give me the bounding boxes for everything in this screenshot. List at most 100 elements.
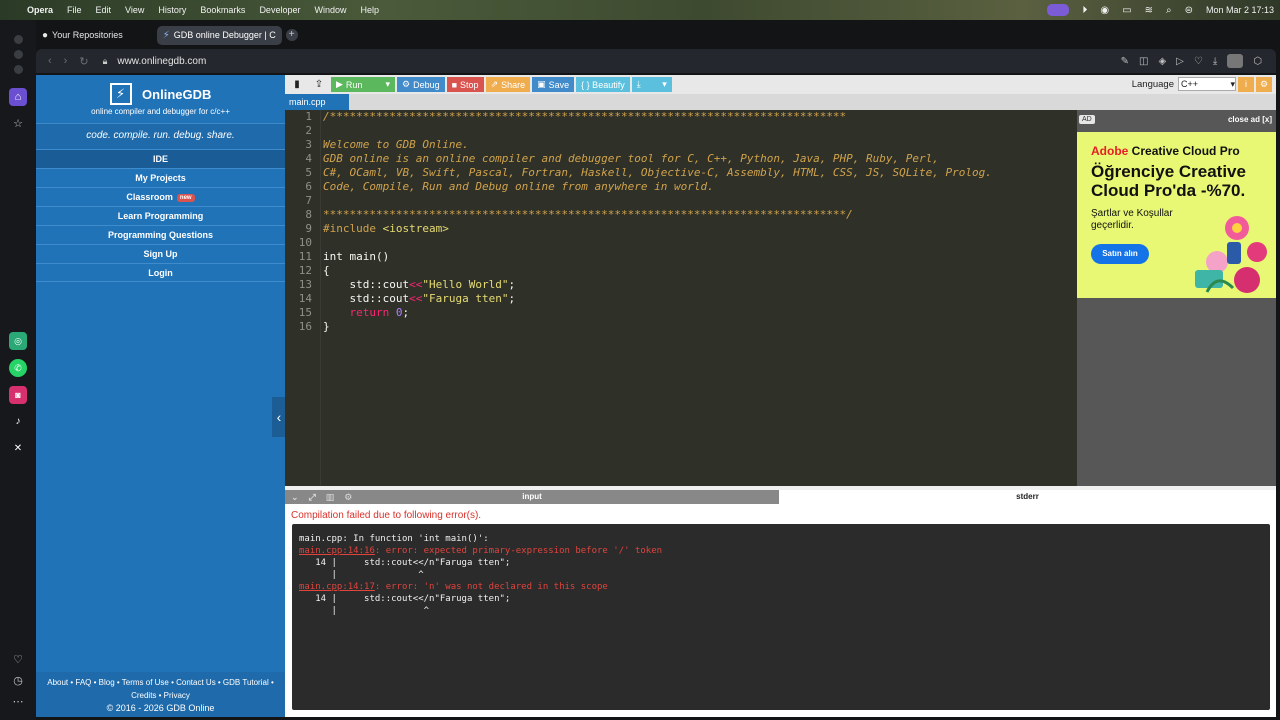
- tab-input[interactable]: ⌄ ⤢ ▥ ⚙ input: [285, 490, 779, 504]
- nav-ide[interactable]: IDE: [36, 149, 285, 168]
- more-dots-icon[interactable]: ⋯: [9, 692, 27, 710]
- console-line: main.cpp:14:17: error: 'n' was not decla…: [299, 582, 608, 592]
- menu-file[interactable]: File: [67, 5, 82, 15]
- settings-gear-icon[interactable]: ⚙: [1256, 77, 1272, 92]
- download-button[interactable]: ⤓ ▾: [631, 77, 672, 92]
- output-gear-icon[interactable]: ⚙: [344, 490, 352, 504]
- menu-app-opera[interactable]: Opera: [27, 5, 53, 15]
- line-number: 8: [305, 208, 312, 221]
- error-console[interactable]: main.cpp: In function 'int main()': main…: [292, 524, 1270, 710]
- aria-star-icon[interactable]: ☆: [9, 114, 27, 132]
- nav-classroom[interactable]: Classroom new: [36, 187, 285, 206]
- ad-banner[interactable]: Adobe Creative Cloud Pro Öğrenciye Creat…: [1077, 132, 1276, 298]
- x-twitter-icon[interactable]: ✕: [9, 439, 27, 457]
- nav-my-projects[interactable]: My Projects: [36, 168, 285, 187]
- instagram-icon[interactable]: ◙: [9, 386, 27, 404]
- run-dropdown-caret-icon[interactable]: ▾: [385, 79, 390, 90]
- code-line-3: Welcome to GDB Online.: [323, 138, 469, 151]
- new-file-icon[interactable]: ▮: [287, 77, 307, 92]
- shield-icon[interactable]: ◈: [1158, 56, 1166, 67]
- forward-icon[interactable]: ›: [64, 55, 68, 67]
- control-center-icon[interactable]: ⊜: [1185, 5, 1193, 16]
- expand-icon[interactable]: ⤢: [309, 490, 316, 504]
- opera-sidebar: ⌂ ☆ ◎ ✆ ◙ ♪ ✕ ♡ ◷ ⋯: [0, 20, 36, 720]
- menu-edit[interactable]: Edit: [96, 5, 112, 15]
- file-tab-main-cpp[interactable]: main.cpp: [285, 94, 349, 110]
- address-bar: ‹ › ↻ 🔒︎ www.onlinegdb.com ✎ ◫ ◈ ▷ ♡ ⤓ ⬡: [36, 49, 1276, 73]
- tab-your-repositories[interactable]: ● Your Repositories: [36, 26, 129, 45]
- history-clock-icon[interactable]: ◷: [9, 671, 27, 689]
- camera-icon[interactable]: ◫: [1139, 56, 1148, 67]
- debug-button[interactable]: ⚙ Debug: [397, 77, 445, 92]
- url-field[interactable]: www.onlinegdb.com: [117, 56, 206, 67]
- tiktok-icon[interactable]: ♪: [9, 412, 27, 430]
- beautify-button[interactable]: { } Beautify: [576, 77, 630, 92]
- home-icon[interactable]: ⌂: [9, 88, 27, 106]
- collapse-chevron-icon[interactable]: ⌄: [291, 490, 299, 504]
- clock[interactable]: Mon Mar 2 17:13: [1206, 5, 1274, 15]
- debug-gear-icon: ⚙: [402, 79, 411, 89]
- whatsapp-icon[interactable]: ✆: [9, 359, 27, 377]
- tab-gdb-online[interactable]: ⚡ GDB online Debugger | C: [156, 25, 282, 45]
- nav-learn-programming[interactable]: Learn Programming: [36, 206, 285, 225]
- menu-bookmarks[interactable]: Bookmarks: [200, 5, 245, 15]
- edit-icon[interactable]: ✎: [1121, 56, 1129, 67]
- error-location-link[interactable]: main.cpp:14:16: [299, 546, 375, 556]
- menu-help[interactable]: Help: [360, 5, 379, 15]
- wifi-icon[interactable]: ≋: [1145, 5, 1153, 16]
- share-button[interactable]: ⇗ Share: [485, 77, 531, 92]
- debug-label: Debug: [413, 79, 440, 90]
- footer-line-1[interactable]: About • FAQ • Blog • Terms of Use • Cont…: [36, 676, 285, 689]
- upload-icon[interactable]: ⇪: [309, 77, 329, 92]
- output-panel: Compilation failed due to following erro…: [285, 504, 1276, 717]
- heart-icon[interactable]: ♡: [9, 650, 27, 668]
- record-icon[interactable]: ◉: [1100, 5, 1109, 16]
- window-zoom-dot-icon[interactable]: [9, 60, 27, 78]
- run-button[interactable]: ▶ Run ▾: [331, 77, 395, 92]
- share-icon: ⇗: [490, 79, 499, 89]
- nav-programming-questions[interactable]: Programming Questions: [36, 225, 285, 244]
- status-pill-icon[interactable]: [1047, 4, 1070, 16]
- ad-flower-illustration-icon: [1195, 216, 1267, 293]
- menu-window[interactable]: Window: [314, 5, 346, 15]
- close-ad-button[interactable]: close ad [x]: [1228, 115, 1272, 124]
- layout-icon[interactable]: ▥: [326, 490, 335, 504]
- player-icon[interactable]: ▷: [1176, 56, 1184, 67]
- extensions-cube-icon[interactable]: ⬡: [1253, 56, 1262, 67]
- info-icon[interactable]: i: [1238, 77, 1254, 92]
- console-line: | ^: [299, 606, 430, 616]
- heart-outline-icon[interactable]: ♡: [1194, 56, 1203, 67]
- menu-developer[interactable]: Developer: [259, 5, 300, 15]
- tab-stderr[interactable]: stderr: [779, 490, 1276, 504]
- lock-icon[interactable]: 🔒︎: [103, 56, 108, 67]
- menu-history[interactable]: History: [158, 5, 186, 15]
- tab-bar: ● Your Repositories ⚡ GDB online Debugge…: [36, 24, 1280, 46]
- reload-icon[interactable]: ↻: [79, 55, 88, 68]
- avatar[interactable]: [1227, 54, 1244, 68]
- logo-area[interactable]: ⚡ OnlineGDB online compiler and debugger…: [36, 75, 285, 123]
- footer-line-2[interactable]: Credits • Privacy: [36, 689, 285, 702]
- error-location-link[interactable]: main.cpp:14:17: [299, 582, 375, 592]
- back-icon[interactable]: ‹: [48, 55, 52, 67]
- string-token: "Hello World": [422, 278, 509, 291]
- play-circle-icon[interactable]: ⏵: [1082, 5, 1087, 16]
- save-button[interactable]: ▣ Save: [532, 77, 575, 92]
- language-select[interactable]: C++ ▾: [1178, 77, 1236, 91]
- code-editor[interactable]: 1 2 3 4 5 6 7 8 9 10 11 12 13 14 15 16 /…: [285, 110, 1077, 486]
- chatgpt-icon[interactable]: ◎: [9, 332, 27, 350]
- menu-view[interactable]: View: [125, 5, 144, 15]
- battery-icon[interactable]: ▭: [1122, 5, 1131, 16]
- download-icon[interactable]: ⤓: [1213, 56, 1217, 67]
- run-label: Run: [345, 79, 363, 90]
- nav-login[interactable]: Login: [36, 263, 285, 282]
- collapse-panel-chevron-left-icon[interactable]: ‹: [272, 397, 286, 437]
- ad-cta-button[interactable]: Satın alın: [1091, 244, 1149, 264]
- nav-sign-up[interactable]: Sign Up: [36, 244, 285, 263]
- ad-label: AD: [1079, 114, 1095, 124]
- new-badge: new: [176, 194, 195, 202]
- spotlight-icon[interactable]: ⌕: [1166, 5, 1172, 16]
- download-caret-icon[interactable]: ▾: [662, 79, 667, 90]
- new-tab-plus-icon[interactable]: +: [285, 29, 298, 41]
- code-token: std::cout: [323, 278, 410, 291]
- stop-button[interactable]: ■ Stop: [446, 77, 484, 92]
